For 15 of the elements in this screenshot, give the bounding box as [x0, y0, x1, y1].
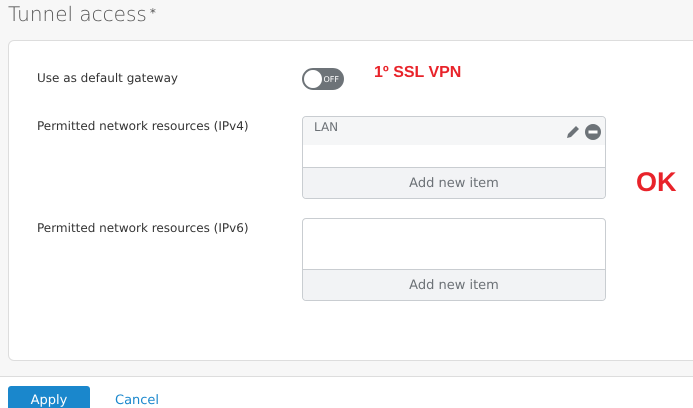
add-item-button[interactable]: Add new item: [303, 167, 605, 198]
cancel-link[interactable]: Cancel: [115, 386, 160, 408]
edit-icon[interactable]: [565, 124, 581, 140]
section-title: Tunnel access: [8, 2, 147, 26]
annotation-text: 1º SSL VPN: [374, 64, 462, 82]
apply-button[interactable]: Apply: [8, 386, 90, 408]
annotation-text: OK: [636, 167, 676, 198]
required-mark: *: [150, 6, 156, 20]
list-item[interactable]: LAN: [314, 120, 338, 134]
add-item-button[interactable]: Add new item: [303, 269, 605, 300]
remove-icon[interactable]: [585, 124, 601, 140]
setting-label: Use as default gateway: [37, 70, 180, 87]
setting-label: Permitted network resources (IPv4): [37, 118, 250, 135]
setting-label: Permitted network resources (IPv6): [37, 220, 250, 237]
toggle-switch[interactable]: OFF: [302, 68, 344, 90]
